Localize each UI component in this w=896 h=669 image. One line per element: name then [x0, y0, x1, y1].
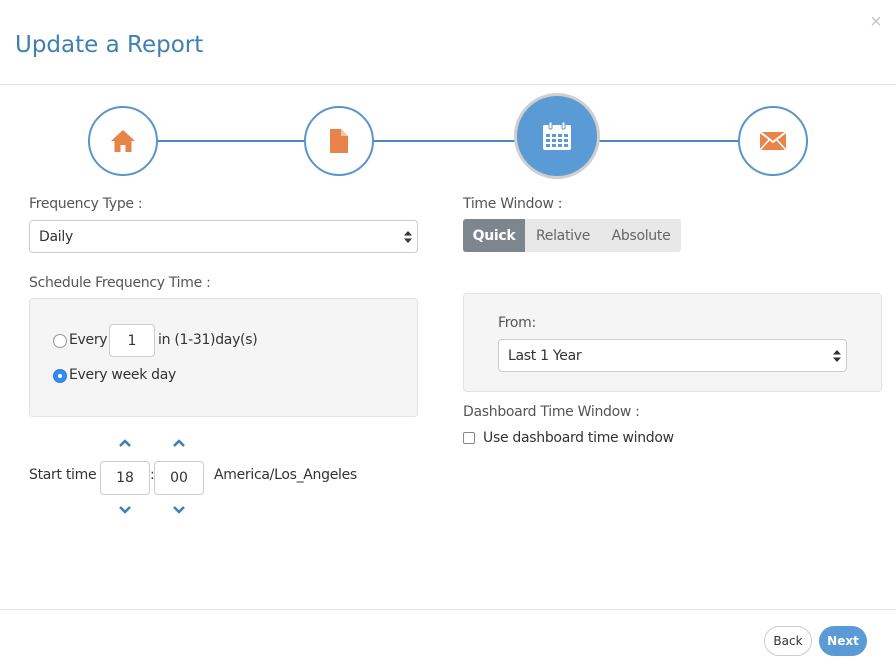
frequency-type-value: Daily — [39, 228, 73, 245]
from-select[interactable]: Last 1 Year — [498, 339, 847, 372]
home-icon — [111, 130, 135, 152]
envelope-icon — [759, 131, 787, 151]
tab-relative[interactable]: Relative — [525, 219, 601, 252]
header-divider — [0, 84, 896, 85]
dashboard-time-window-label: Dashboard Time Window : — [463, 404, 640, 420]
every-week-day-radio[interactable] — [53, 369, 67, 383]
step-email[interactable] — [738, 106, 808, 176]
use-dashboard-time-window-checkbox[interactable] — [463, 432, 475, 444]
every-days-suffix: in (1-31)day(s) — [158, 332, 258, 348]
time-window-tabs: Quick Relative Absolute — [463, 219, 681, 252]
schedule-frequency-label: Schedule Frequency Time : — [29, 275, 211, 291]
dialog-title: Update a Report — [15, 32, 204, 58]
frequency-type-label: Frequency Type : — [29, 196, 143, 212]
select-arrows-icon — [833, 349, 841, 362]
every-week-day-label: Every week day — [69, 367, 177, 383]
from-value: Last 1 Year — [508, 347, 582, 364]
time-window-label: Time Window : — [463, 196, 563, 212]
every-days-radio[interactable] — [53, 334, 67, 348]
every-days-input[interactable]: 1 — [109, 324, 155, 357]
minute-input[interactable]: 00 — [154, 461, 204, 495]
tab-quick[interactable]: Quick — [463, 219, 525, 252]
every-label: Every — [69, 332, 108, 348]
step-home[interactable] — [88, 106, 158, 176]
minute-increment-chevron-up-icon[interactable] — [172, 438, 186, 448]
hour-input[interactable]: 18 — [100, 461, 150, 495]
hour-increment-chevron-up-icon[interactable] — [118, 438, 132, 448]
timezone-label: America/Los_Angeles — [214, 467, 357, 483]
footer-divider — [0, 609, 896, 610]
start-time-label: Start time — [29, 467, 97, 483]
next-button[interactable]: Next — [819, 626, 867, 656]
tab-absolute[interactable]: Absolute — [601, 219, 681, 252]
hour-decrement-chevron-down-icon[interactable] — [118, 505, 132, 515]
frequency-type-select[interactable]: Daily — [29, 220, 418, 253]
file-icon — [330, 129, 348, 153]
select-arrows-icon — [404, 230, 412, 243]
step-schedule[interactable] — [514, 93, 600, 179]
schedule-frequency-panel — [29, 298, 418, 417]
use-dashboard-time-window-label: Use dashboard time window — [483, 430, 674, 446]
step-document[interactable] — [304, 106, 374, 176]
back-button[interactable]: Back — [764, 626, 812, 656]
minute-decrement-chevron-down-icon[interactable] — [172, 505, 186, 515]
stepper-connector-line — [122, 140, 774, 142]
from-label: From: — [498, 315, 536, 331]
close-icon[interactable]: × — [866, 12, 886, 32]
calendar-icon — [543, 121, 571, 150]
